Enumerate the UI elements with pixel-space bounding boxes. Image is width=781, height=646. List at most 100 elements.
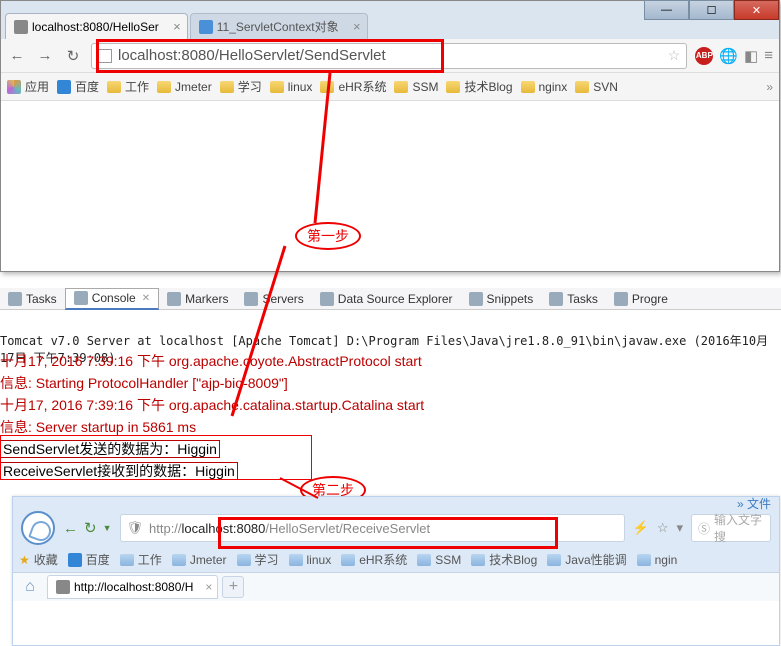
sg-search-box[interactable]: Ⓢ 输入文字搜	[691, 514, 771, 542]
sg-reload-button[interactable]: ↻	[84, 519, 97, 537]
menu-button[interactable]: ≡	[764, 47, 773, 64]
extension-icon[interactable]: ◧	[744, 47, 758, 65]
sg-tab-label: http://localhost:8080/H	[74, 580, 193, 594]
bookmark-item[interactable]: 学习	[237, 551, 279, 568]
tab-close-icon[interactable]: ×	[353, 19, 361, 34]
folder-icon	[220, 81, 234, 93]
bookmark-item[interactable]: 百度	[68, 551, 110, 568]
bookmark-bar: 应用 百度 工作 Jmeter 学习 linux eHR系统 SSM 技术Blo…	[1, 73, 779, 101]
baidu-icon	[68, 553, 82, 567]
folder-icon	[120, 554, 134, 566]
sg-dropdown-icon[interactable]: ▼	[103, 523, 112, 533]
view-markers[interactable]: Markers	[159, 288, 236, 310]
folder-icon	[521, 81, 535, 93]
annotation-step1: 第一步	[295, 222, 361, 250]
tab-close-icon[interactable]: ×	[205, 580, 212, 594]
close-icon[interactable]: ✕	[142, 293, 150, 304]
log-timestamp: 十月17, 2016 7:39:16 下午	[0, 353, 165, 369]
folder-icon	[270, 81, 284, 93]
tab-close-icon[interactable]: ×	[173, 19, 181, 34]
dse-icon	[320, 292, 334, 306]
sg-tab-strip: ⌂ http://localhost:8080/H × +	[13, 573, 779, 601]
dropdown-icon[interactable]: ▾	[676, 520, 683, 536]
apps-bookmark[interactable]: 应用	[7, 78, 49, 95]
bookmark-overflow-icon[interactable]: »	[766, 80, 773, 94]
markers-icon	[167, 292, 181, 306]
baidu-icon	[57, 80, 71, 94]
progress-icon	[614, 292, 628, 306]
shield-icon: 🛡	[127, 520, 144, 536]
back-button[interactable]: ←	[7, 46, 27, 66]
log-class: org.apache.coyote.AbstractProtocol start	[169, 353, 422, 369]
bookmark-star-icon[interactable]: ☆	[668, 47, 681, 64]
tasks-icon	[549, 292, 563, 306]
folder-icon	[320, 81, 334, 93]
annotation-box-console	[0, 435, 312, 480]
maximize-button[interactable]: ☐	[689, 0, 734, 20]
sogou-logo-icon[interactable]	[21, 511, 55, 545]
star-icon[interactable]: ☆	[657, 520, 669, 536]
annotation-box-url2	[218, 517, 558, 549]
view-dse[interactable]: Data Source Explorer	[312, 288, 461, 310]
bookmark-item[interactable]: ngin	[637, 553, 678, 567]
sg-fav-button[interactable]: ★收藏	[19, 551, 58, 568]
abp-icon[interactable]: ABP	[695, 47, 713, 65]
folder-icon	[289, 554, 303, 566]
bookmark-item[interactable]: nginx	[521, 80, 568, 94]
folder-icon	[547, 554, 561, 566]
sg-back-button[interactable]: ←	[63, 520, 78, 537]
view-console[interactable]: Console✕	[65, 288, 159, 310]
minimize-button[interactable]: —	[644, 0, 689, 20]
favicon-icon	[14, 20, 28, 34]
bookmark-item[interactable]: SSM	[394, 80, 438, 94]
log-timestamp: 十月17, 2016 7:39:16 下午	[0, 397, 165, 413]
bookmark-item[interactable]: eHR系统	[341, 551, 407, 568]
bookmark-item[interactable]: 工作	[107, 78, 149, 95]
bookmark-item[interactable]: eHR系统	[320, 78, 386, 95]
folder-icon	[637, 554, 651, 566]
sg-files-label[interactable]: » 文件	[737, 495, 771, 512]
folder-icon	[575, 81, 589, 93]
tab-inactive[interactable]: 11_ServletContext对象 ×	[190, 13, 368, 39]
view-servers[interactable]: Servers	[236, 288, 311, 310]
sg-home-button[interactable]: ⌂	[17, 576, 43, 598]
bookmark-item[interactable]: 学习	[220, 78, 262, 95]
bookmark-item[interactable]: Jmeter	[157, 80, 212, 94]
folder-icon	[417, 554, 431, 566]
titlebar: — ☐ ✕	[1, 1, 779, 11]
view-progress[interactable]: Progre	[606, 288, 676, 310]
sg-tab[interactable]: http://localhost:8080/H ×	[47, 575, 218, 599]
view-tasks[interactable]: Tasks	[0, 288, 65, 310]
folder-icon	[446, 81, 460, 93]
tab-active[interactable]: localhost:8080/HelloSer ×	[5, 13, 188, 39]
bookmark-item[interactable]: Jmeter	[172, 553, 227, 567]
flash-icon[interactable]: ⚡	[633, 520, 649, 536]
bookmark-item[interactable]: 工作	[120, 551, 162, 568]
log-line: 信息: Server startup in	[0, 419, 139, 435]
console-icon	[74, 291, 88, 305]
folder-icon	[172, 554, 186, 566]
snippets-icon	[469, 292, 483, 306]
folder-icon	[107, 81, 121, 93]
log-class: org.apache.catalina.startup.Catalina sta…	[169, 397, 424, 413]
bookmark-item[interactable]: 技术Blog	[471, 551, 537, 568]
forward-button[interactable]: →	[35, 46, 55, 66]
view-snippets[interactable]: Snippets	[461, 288, 542, 310]
folder-icon	[237, 554, 251, 566]
bookmark-item[interactable]: 技术Blog	[446, 78, 512, 95]
reload-button[interactable]: ↻	[63, 46, 83, 66]
bookmark-item[interactable]: SVN	[575, 80, 618, 94]
bookmark-item[interactable]: Java性能调	[547, 551, 626, 568]
tab-label: 11_ServletContext对象	[217, 18, 339, 35]
close-button[interactable]: ✕	[734, 0, 779, 20]
bookmark-item[interactable]: 百度	[57, 78, 99, 95]
sg-new-tab-button[interactable]: +	[222, 576, 244, 598]
view-tasks2[interactable]: Tasks	[541, 288, 606, 310]
tasks-icon	[8, 292, 22, 306]
annotation-box-url1	[96, 39, 444, 73]
eclipse-views: Tasks Console✕ Markers Servers Data Sour…	[0, 288, 781, 310]
globe-icon[interactable]: 🌐	[719, 47, 738, 65]
bookmark-item[interactable]: linux	[289, 553, 332, 567]
bookmark-item[interactable]: SSM	[417, 553, 461, 567]
bookmark-item[interactable]: linux	[270, 80, 313, 94]
